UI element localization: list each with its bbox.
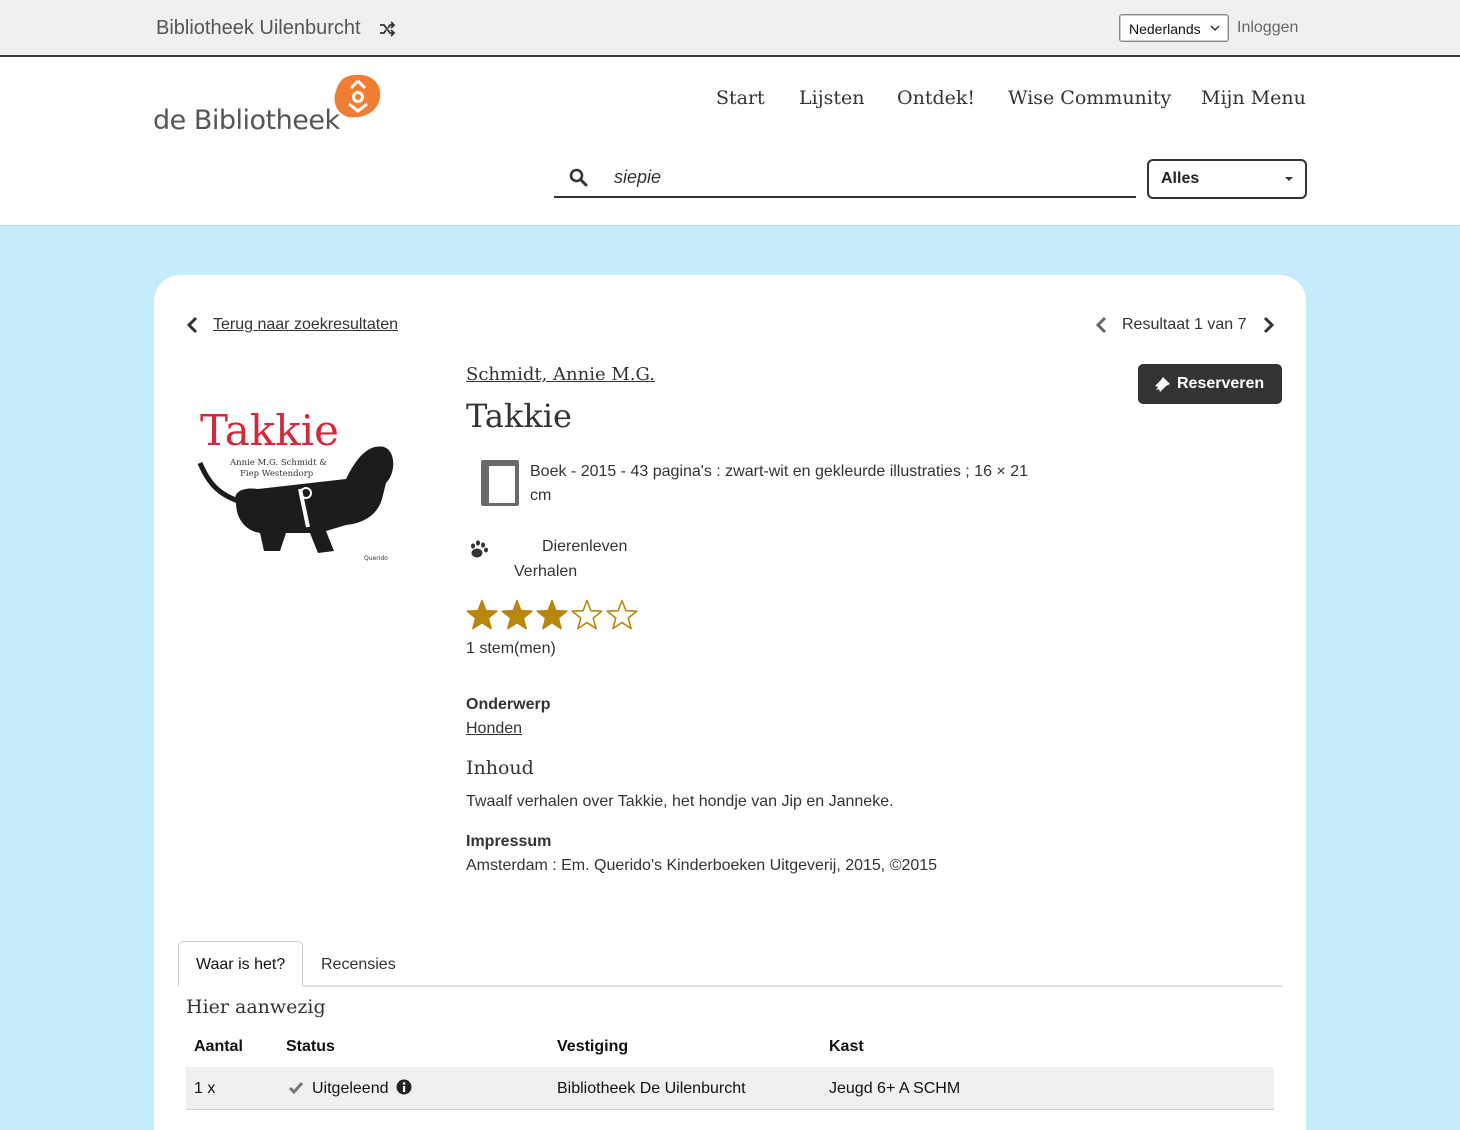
logo-text[interactable]: de Bibliotheek bbox=[153, 105, 340, 136]
cell-count: 1 x bbox=[194, 1080, 216, 1097]
reserve-button-label: Reserveren bbox=[1177, 375, 1265, 392]
shuffle-icon[interactable] bbox=[378, 20, 396, 38]
tabs-divider bbox=[178, 985, 1282, 987]
book-icon bbox=[481, 460, 519, 506]
cover-authors-1: Annie M.G. Schmidt & bbox=[229, 458, 327, 468]
result-position: Resultaat 1 van 7 bbox=[1122, 316, 1247, 333]
column-status: Status bbox=[286, 1038, 335, 1055]
genre-dierenleven: Dierenleven bbox=[542, 538, 628, 555]
table-row: 1 x Uitgeleend Bibliotheek De Uilenburch… bbox=[186, 1067, 1274, 1110]
nav-wise-community[interactable]: Wise Community bbox=[1008, 87, 1171, 109]
star-filled-icon[interactable] bbox=[536, 599, 568, 630]
detail-card: Terug naar zoekresultaten Resultaat 1 va… bbox=[154, 275, 1306, 1130]
impressum-text: Amsterdam : Em. Querido's Kinderboeken U… bbox=[466, 857, 938, 874]
cell-shelf: Jeugd 6+ A SCHM bbox=[829, 1080, 961, 1097]
library-logo-icon[interactable] bbox=[332, 73, 382, 121]
nav-start[interactable]: Start bbox=[716, 87, 765, 109]
book-title: Takkie bbox=[466, 397, 572, 435]
cell-branch: Bibliotheek De Uilenburcht bbox=[557, 1080, 746, 1097]
vote-count: 1 stem(men) bbox=[466, 640, 556, 657]
reserve-button[interactable]: Reserveren bbox=[1138, 364, 1282, 404]
language-select[interactable]: Nederlands bbox=[1119, 14, 1229, 42]
nav-ontdek[interactable]: Ontdek! bbox=[897, 87, 975, 109]
tab-waar-is-het-label: Waar is het? bbox=[196, 956, 286, 973]
star-empty-icon[interactable] bbox=[571, 599, 603, 630]
star-rating[interactable] bbox=[465, 599, 641, 633]
tab-recensies[interactable]: Recensies bbox=[321, 956, 396, 974]
check-icon bbox=[288, 1082, 304, 1095]
star-filled-icon[interactable] bbox=[501, 599, 533, 630]
library-name[interactable]: Bibliotheek Uilenburcht bbox=[156, 17, 361, 40]
star-empty-icon[interactable] bbox=[606, 599, 638, 630]
column-vestiging: Vestiging bbox=[557, 1038, 629, 1055]
star-filled-icon[interactable] bbox=[466, 599, 498, 630]
subject-label: Onderwerp bbox=[466, 696, 551, 713]
language-select-value: Nederlands bbox=[1129, 21, 1201, 37]
search-scope-value: Alles bbox=[1161, 170, 1200, 187]
cell-status: Uitgeleend bbox=[312, 1080, 389, 1097]
impressum-label: Impressum bbox=[466, 833, 552, 850]
nav-lijsten[interactable]: Lijsten bbox=[799, 87, 864, 109]
search-query: siepie bbox=[614, 167, 662, 187]
availability-heading: Hier aanwezig bbox=[186, 996, 326, 1018]
paw-icon bbox=[471, 540, 488, 558]
search-scope-select[interactable]: Alles bbox=[1147, 159, 1307, 199]
cover-publisher: Querido bbox=[364, 555, 388, 562]
subject-link[interactable]: Honden bbox=[466, 720, 522, 738]
nav-mijn-menu[interactable]: Mijn Menu bbox=[1201, 87, 1306, 109]
book-cover-image: Takkie Annie M.G. Schmidt & Fiep Westend… bbox=[196, 403, 396, 568]
back-to-results-link[interactable]: Terug naar zoekresultaten bbox=[213, 316, 398, 334]
login-link[interactable]: Inloggen bbox=[1237, 19, 1298, 37]
format-description: Boek - 2015 - 43 pagina's : zwart-wit en… bbox=[530, 463, 1028, 504]
previous-result-icon[interactable] bbox=[1095, 316, 1109, 334]
content-heading: Inhoud bbox=[466, 757, 534, 779]
column-kast: Kast bbox=[829, 1038, 864, 1055]
genre-verhalen: Verhalen bbox=[514, 563, 578, 580]
site-header: de Bibliotheek Start Lijsten Ontdek! Wis… bbox=[0, 57, 1460, 226]
bell-icon bbox=[1155, 377, 1170, 392]
search-input[interactable]: siepie bbox=[554, 157, 1136, 198]
tab-waar-is-het[interactable]: Waar is het? bbox=[178, 941, 303, 987]
chevron-left-icon[interactable] bbox=[186, 316, 200, 334]
search-icon[interactable] bbox=[569, 168, 588, 187]
next-result-icon[interactable] bbox=[1261, 316, 1275, 334]
column-aantal: Aantal bbox=[194, 1038, 243, 1055]
cover-authors-2: Fiep Westendorp bbox=[240, 469, 314, 479]
top-utility-bar: Bibliotheek Uilenburcht Nederlands Inlog… bbox=[0, 0, 1460, 57]
caret-down-icon bbox=[1285, 177, 1293, 181]
author-link[interactable]: Schmidt, Annie M.G. bbox=[466, 364, 655, 385]
cover-title: Takkie bbox=[200, 406, 339, 455]
chevron-down-icon bbox=[1210, 25, 1220, 32]
info-icon[interactable] bbox=[396, 1079, 412, 1095]
content-summary: Twaalf verhalen over Takkie, het hondje … bbox=[466, 793, 894, 810]
